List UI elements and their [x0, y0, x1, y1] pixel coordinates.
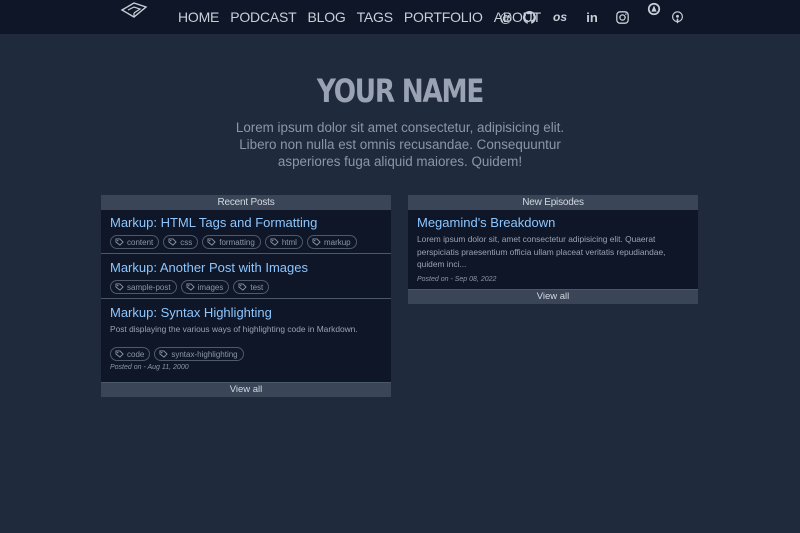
podcast-icon[interactable] [669, 0, 685, 34]
hero-description: Lorem ipsum dolor sit amet consectetur, … [235, 120, 565, 169]
recent-posts-view-all-button[interactable]: View all [101, 382, 391, 397]
tag-pill[interactable]: content [110, 235, 160, 249]
at-icon[interactable]: @ [499, 0, 513, 34]
post-date: Posted on - Aug 11, 2000 [110, 364, 189, 371]
post-description: Post displaying the various ways of high… [110, 324, 358, 334]
post-title[interactable]: Markup: Syntax Highlighting [110, 305, 272, 320]
tag-label: content [127, 237, 154, 247]
navbar: HOME PODCAST BLOG TAGS PORTFOLIO ABOUT @… [0, 0, 800, 34]
tag-pill[interactable]: sample-post [110, 280, 177, 294]
nav-link-home[interactable]: HOME [178, 9, 219, 25]
tag-label: test [250, 282, 264, 292]
tag-icon [312, 238, 321, 246]
post-title[interactable]: Markup: HTML Tags and Formatting [110, 215, 317, 230]
nav-link-podcast[interactable]: PODCAST [230, 9, 296, 25]
podcast-app-icon[interactable] [646, 0, 662, 18]
nav-link-blog[interactable]: BLOG [307, 9, 345, 25]
post-tags: code syntax-highlighting [110, 347, 248, 361]
post-tags: sample-post images test [110, 280, 273, 294]
tag-label: formatting [219, 237, 255, 247]
new-episodes-panel: New Episodes Megamind's Breakdown Lorem … [408, 195, 698, 304]
post-card: Markup: Another Post with Images sample-… [101, 254, 391, 299]
tag-icon [186, 283, 195, 291]
tag-label: markup [323, 237, 351, 247]
tag-icon [238, 283, 248, 291]
recent-posts-header: Recent Posts [101, 195, 391, 210]
tag-pill[interactable]: formatting [202, 235, 261, 249]
episode-description: Lorem ipsum dolor sit, amet consectetur … [417, 234, 666, 269]
github-icon[interactable] [522, 0, 536, 34]
tag-label: code [127, 349, 145, 359]
post-tags: content css formatting html markup [110, 235, 361, 249]
tag-label: images [197, 282, 224, 292]
tag-pill[interactable]: css [163, 235, 199, 249]
tag-icon [270, 238, 279, 246]
hero-title: YOUR NAME [316, 72, 484, 110]
instagram-icon[interactable] [614, 0, 630, 34]
tag-icon [168, 238, 177, 246]
post-card: Markup: HTML Tags and Formatting content… [101, 210, 391, 254]
tag-pill[interactable]: test [233, 280, 270, 294]
tag-pill[interactable]: images [180, 280, 230, 294]
nav-link-tags[interactable]: TAGS [357, 9, 393, 25]
nav-link-portfolio[interactable]: PORTFOLIO [404, 9, 483, 25]
recent-posts-panel: Recent Posts Markup: HTML Tags and Forma… [101, 195, 391, 397]
new-episodes-view-all-button[interactable]: View all [408, 289, 698, 304]
tag-pill[interactable]: syntax-highlighting [154, 347, 244, 361]
tag-label: css [180, 237, 193, 247]
nav-links: HOME PODCAST BLOG TAGS PORTFOLIO ABOUT [178, 0, 552, 34]
episode-date: Posted on - Sep 08, 2022 [417, 276, 497, 283]
linkedin-icon[interactable]: in [585, 0, 599, 34]
tag-icon [115, 350, 124, 358]
tag-icon [159, 350, 169, 358]
episode-card: Megamind's Breakdown Lorem ipsum dolor s… [408, 210, 698, 290]
episode-title[interactable]: Megamind's Breakdown [417, 215, 555, 230]
site-logo-icon[interactable] [120, 1, 148, 19]
lastfm-icon[interactable]: os [551, 0, 569, 34]
tag-icon [207, 238, 216, 246]
new-episodes-header: New Episodes [408, 195, 698, 210]
tag-label: syntax-highlighting [171, 349, 238, 359]
tag-label: html [281, 237, 297, 247]
tag-pill[interactable]: code [110, 347, 151, 361]
tag-label: sample-post [127, 282, 171, 292]
tag-pill[interactable]: html [264, 235, 303, 249]
tag-pill[interactable]: markup [306, 235, 357, 249]
post-title[interactable]: Markup: Another Post with Images [110, 260, 308, 275]
tag-icon [115, 283, 124, 291]
tag-icon [115, 238, 124, 246]
post-card: Markup: Syntax Highlighting Post display… [101, 299, 391, 383]
